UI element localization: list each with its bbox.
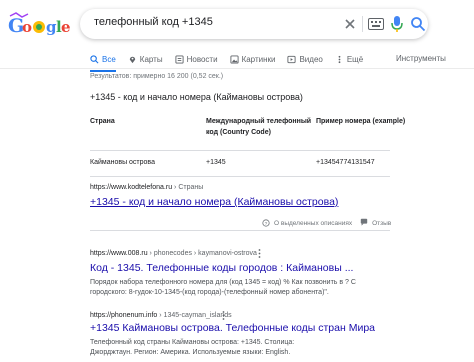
divider [362, 16, 363, 32]
tab-maps[interactable]: Карты [128, 48, 163, 70]
svg-text:e: e [61, 18, 70, 36]
map-pin-icon [129, 56, 135, 63]
keyboard-icon[interactable] [368, 18, 384, 30]
tab-label: Картинки [241, 54, 276, 64]
result-title-link[interactable]: Код - 1345. Телефонные коды городов : Ка… [90, 262, 353, 274]
svg-text:?: ? [265, 221, 268, 227]
news-icon [175, 54, 184, 64]
search-box[interactable]: телефонный код +1345 [80, 9, 428, 39]
tab-label: Ещё [346, 54, 364, 64]
tab-news[interactable]: Новости [175, 48, 218, 70]
table-header: Страна [90, 118, 115, 125]
search-tabs: Все Карты Новости Картинки Видео Ещё [90, 48, 375, 72]
snippet-line: Джорджтаун. Регион: Америка. Используемы… [90, 349, 291, 356]
table-cell: +1345 [206, 159, 226, 166]
search-input[interactable]: телефонный код +1345 [94, 16, 213, 28]
microphone-icon[interactable] [390, 15, 404, 33]
table-divider [90, 150, 390, 151]
google-doodle-logo[interactable]: G o g l e [6, 10, 71, 42]
table-header: Международный телефонный код (Country Co… [206, 118, 312, 136]
result-stats: Результатов: примерно 16 200 (0,52 сек.) [90, 73, 224, 80]
tab-images[interactable]: Картинки [230, 48, 276, 70]
snippet-line: Телефонный код страны Каймановы острова:… [90, 339, 295, 346]
featured-result-link[interactable]: +1345 - код и начало номера (Каймановы о… [90, 196, 338, 208]
snippet-line: городского: 8-гудок-10-1345-(код города)… [90, 289, 329, 296]
help-icon[interactable]: ? [262, 219, 270, 227]
header-divider [0, 68, 474, 69]
result-url[interactable]: https://phonenum.info › 1345-cayman_isla… [90, 312, 232, 319]
feedback-icon [360, 218, 368, 228]
clear-icon[interactable] [342, 16, 358, 32]
featured-snippet-heading: +1345 - код и начало номера (Каймановы о… [90, 92, 303, 102]
url-domain: https://phonenum.info [90, 312, 158, 319]
table-cell: Каймановы острова [90, 159, 155, 166]
url-breadcrumb: › phonecodes › kaymanovi-ostrova [147, 250, 257, 257]
search-icon [90, 54, 99, 63]
search-icon[interactable] [410, 16, 426, 32]
featured-meta: ? О выделенных описаниях Отзыв [262, 218, 391, 228]
tab-label: Все [102, 54, 116, 64]
table-cell: +13454774131547 [316, 159, 375, 166]
image-icon [230, 54, 239, 64]
url-domain: https://www.kodtelefona.ru [90, 184, 173, 191]
tools-button[interactable]: Инструменты [396, 48, 446, 70]
result-title-link[interactable]: +1345 Каймановы острова. Телефонные коды… [90, 322, 375, 334]
table-divider [90, 176, 390, 177]
feedback-link[interactable]: Отзыв [372, 220, 391, 227]
snippet-line: Порядок набора телефонного номера для (к… [90, 279, 356, 286]
table-header: Пример номера (example) [316, 118, 406, 125]
more-options-icon[interactable] [222, 311, 225, 320]
tab-label: Карты [139, 54, 163, 64]
more-options-icon[interactable] [258, 249, 261, 258]
url-breadcrumb: › 1345-cayman_islands [157, 312, 232, 319]
tab-all[interactable]: Все [90, 48, 116, 72]
video-icon [287, 55, 297, 63]
result-snippet: Порядок набора телефонного номера для (к… [90, 278, 390, 298]
tab-label: Видео [299, 54, 323, 64]
about-snippets-link[interactable]: О выделенных описаниях [274, 220, 352, 227]
more-icon [338, 55, 341, 63]
featured-divider [90, 230, 390, 231]
url-domain: https://www.008.ru [90, 250, 148, 257]
svg-text:o: o [22, 18, 32, 36]
result-snippet: Телефонный код страны Каймановы острова:… [90, 338, 390, 358]
result-url[interactable]: https://www.008.ru › phonecodes › kayman… [90, 250, 257, 257]
result-url[interactable]: https://www.kodtelefona.ru › Страны [90, 184, 203, 191]
tab-video[interactable]: Видео [287, 48, 323, 70]
tab-label: Новости [186, 54, 218, 64]
url-breadcrumb: › Страны [172, 184, 204, 191]
tab-more[interactable]: Ещё [335, 48, 363, 70]
